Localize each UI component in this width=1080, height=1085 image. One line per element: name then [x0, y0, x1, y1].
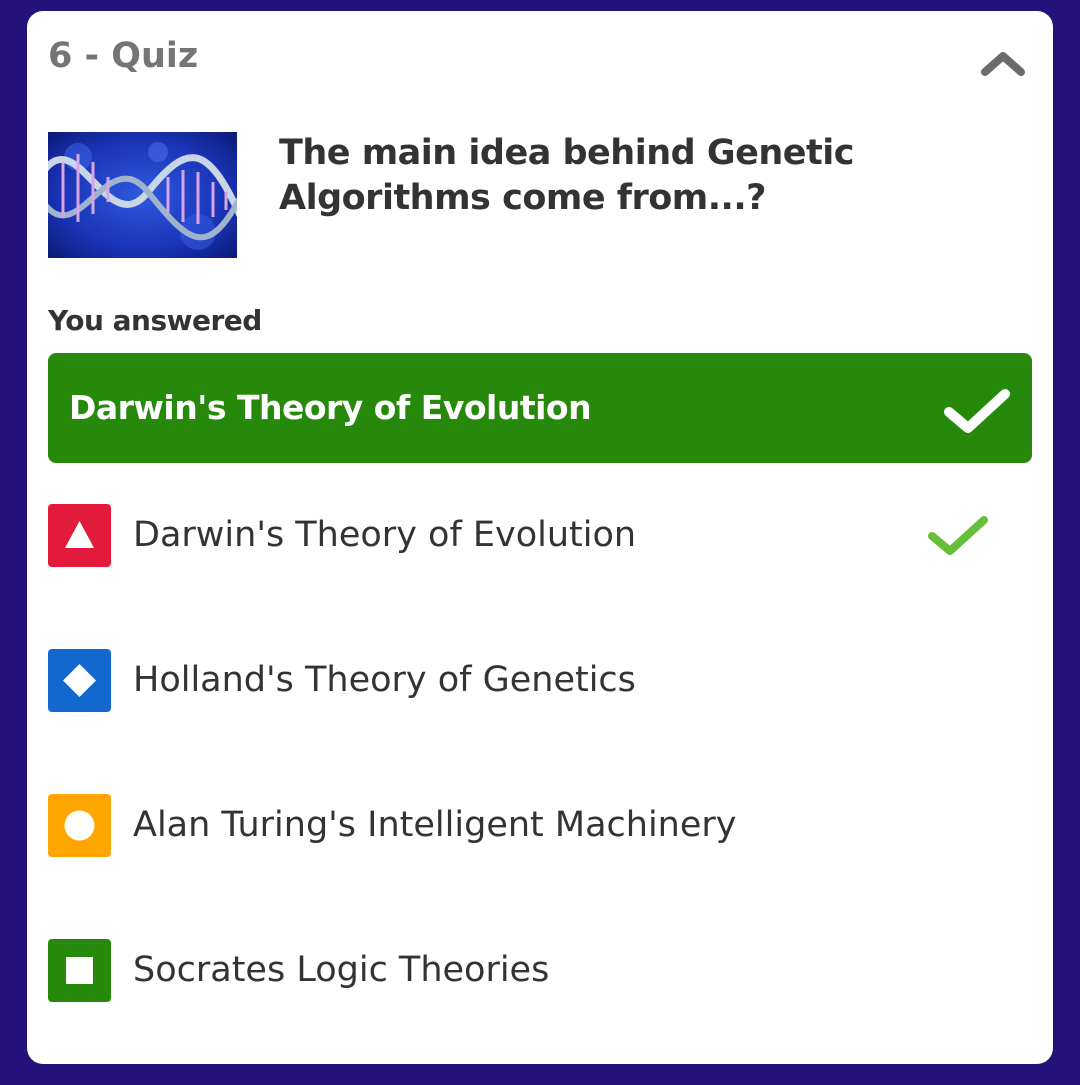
answer-option: Darwin's Theory of Evolution: [48, 504, 1032, 568]
option-label: Darwin's Theory of Evolution: [133, 515, 637, 555]
circle-icon: [48, 794, 111, 857]
option-label: Socrates Logic Theories: [133, 950, 550, 990]
triangle-icon: [48, 504, 111, 567]
option-label: Alan Turing's Intelligent Machinery: [133, 805, 737, 845]
answer-option: Holland's Theory of Genetics: [48, 649, 1032, 713]
answer-option: Alan Turing's Intelligent Machinery: [48, 794, 1032, 858]
checkmark-icon: [944, 389, 1010, 433]
chevron-up-icon: [981, 52, 1025, 76]
collapse-button[interactable]: [977, 44, 1029, 82]
you-answered-label: You answered: [48, 304, 262, 337]
answered-result-box: Darwin's Theory of Evolution: [48, 353, 1032, 463]
dna-helix-image: [48, 132, 237, 258]
diamond-icon: [48, 649, 111, 712]
question-text: The main idea behind Genetic Algorithms …: [279, 133, 854, 218]
square-icon: [48, 939, 111, 1002]
option-label: Holland's Theory of Genetics: [133, 660, 636, 700]
card-title: 6 - Quiz: [48, 36, 199, 76]
answered-text: Darwin's Theory of Evolution: [69, 388, 592, 427]
quiz-question-card: 6 - Quiz The main idea behind Genetic Al…: [27, 11, 1053, 1064]
answer-option: Socrates Logic Theories: [48, 939, 1032, 1003]
correct-checkmark-icon: [928, 516, 988, 555]
